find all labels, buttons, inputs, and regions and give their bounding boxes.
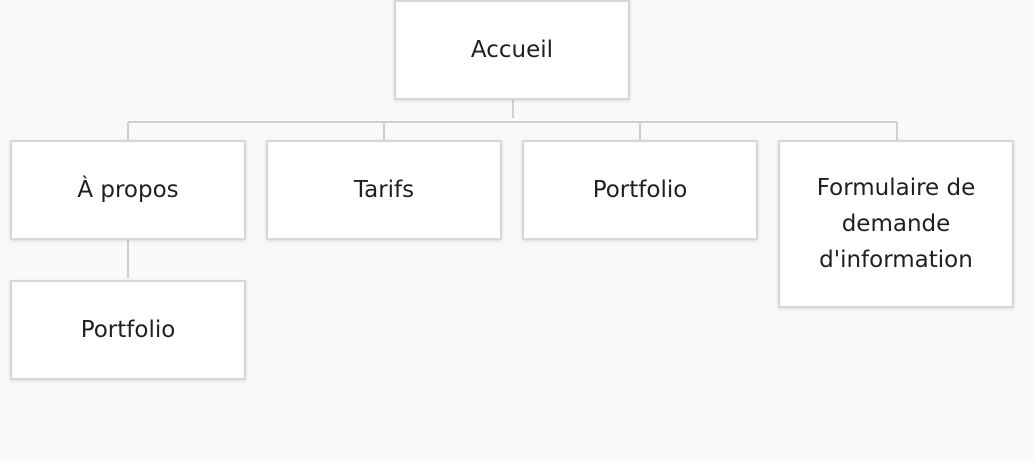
node-tarifs[interactable]: Tarifs [266, 140, 502, 240]
node-a-propos-label: À propos [77, 177, 179, 203]
node-a-propos[interactable]: À propos [10, 140, 246, 240]
node-portfolio[interactable]: Portfolio [522, 140, 758, 240]
node-a-propos-portfolio[interactable]: Portfolio [10, 280, 246, 380]
node-formulaire-label: Formulaire de demande d'information [816, 175, 976, 273]
node-a-propos-portfolio-label: Portfolio [80, 317, 176, 343]
node-formulaire[interactable]: Formulaire de demande d'information [778, 140, 1014, 308]
node-tarifs-label: Tarifs [353, 177, 415, 203]
node-portfolio-label: Portfolio [592, 177, 688, 203]
node-accueil-label: Accueil [470, 37, 554, 63]
node-accueil[interactable]: Accueil [394, 0, 630, 100]
